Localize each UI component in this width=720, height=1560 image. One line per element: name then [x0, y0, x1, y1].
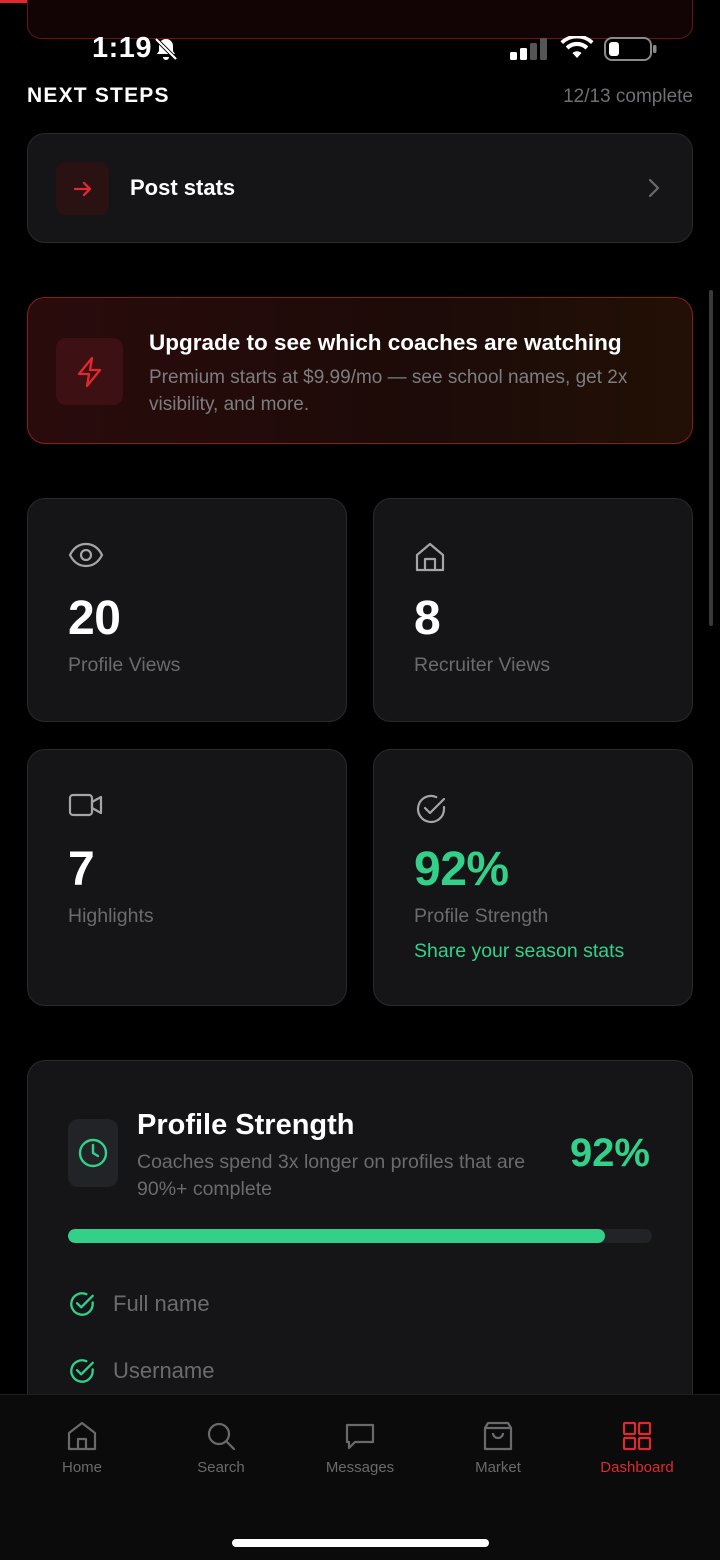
- checklist-label: Full name: [113, 1291, 210, 1316]
- video-icon: [68, 792, 104, 823]
- chevron-right-icon: [648, 178, 660, 203]
- wifi-icon: [560, 34, 594, 65]
- check-circle-icon: [70, 1292, 94, 1316]
- stat-card-profile-views[interactable]: 20 Profile Views: [27, 498, 347, 722]
- tab-label: Market: [475, 1459, 521, 1476]
- next-steps-count: 12/13 complete: [563, 86, 693, 107]
- next-step-label: Post stats: [130, 175, 236, 200]
- battery-icon: [604, 36, 658, 67]
- check-circle-icon: [414, 792, 448, 831]
- status-time: 1:19: [92, 32, 153, 64]
- stat-card-highlights[interactable]: 7 Highlights: [27, 749, 347, 1006]
- tab-label: Home: [61, 1459, 102, 1476]
- next-steps-header: NEXT STEPS 12/13 complete: [27, 84, 693, 112]
- profile-strength-progress-bar: [68, 1229, 652, 1243]
- profile-strength-percent: 92%: [569, 1131, 650, 1175]
- message-icon: [345, 1423, 375, 1450]
- search-icon: [207, 1422, 236, 1451]
- upgrade-banner[interactable]: Upgrade to see which coaches are watchin…: [27, 297, 693, 444]
- shopping-bag-icon: [483, 1421, 513, 1451]
- bell-muted-icon: [153, 36, 179, 67]
- tab-messages[interactable]: Messages: [290, 1421, 430, 1477]
- stat-value: 8: [414, 592, 441, 645]
- scrollbar[interactable]: [709, 290, 713, 626]
- checklist-label: Username: [113, 1358, 215, 1383]
- bottom-tab-bar: Home Search Messages Market Dashboard: [0, 1394, 720, 1560]
- tab-label: Messages: [325, 1459, 395, 1476]
- upgrade-title: Upgrade to see which coaches are watchin…: [149, 330, 622, 355]
- clock-icon: [68, 1119, 118, 1187]
- stat-label: Highlights: [68, 905, 154, 927]
- building-icon: [414, 541, 446, 578]
- lightning-icon: [56, 338, 123, 405]
- stat-card-recruiter-views[interactable]: 8 Recruiter Views: [373, 498, 693, 722]
- tab-label: Dashboard: [600, 1459, 674, 1476]
- next-steps-title: NEXT STEPS: [27, 84, 170, 107]
- profile-strength-description: Coaches spend 3x longer on profiles that…: [137, 1151, 526, 1200]
- home-icon: [67, 1421, 97, 1451]
- check-circle-icon: [70, 1359, 94, 1383]
- signal-icon: [510, 38, 548, 65]
- stat-label: Profile Views: [68, 654, 181, 676]
- upgrade-description: Premium starts at $9.99/mo — see school …: [149, 367, 628, 415]
- tab-search[interactable]: Search: [151, 1421, 291, 1477]
- share-season-stats-link[interactable]: Share your season stats: [414, 940, 624, 963]
- home-indicator[interactable]: [232, 1539, 489, 1547]
- profile-strength-progress-fill: [68, 1229, 606, 1243]
- tab-home[interactable]: Home: [12, 1421, 152, 1477]
- tab-market[interactable]: Market: [428, 1421, 568, 1477]
- status-bar: 1:19: [0, 28, 720, 70]
- next-step-post-stats[interactable]: Post stats: [27, 133, 693, 243]
- stat-value: 92%: [414, 843, 509, 896]
- tab-label: Search: [197, 1459, 245, 1476]
- stat-label: Recruiter Views: [414, 654, 551, 676]
- arrow-right-icon: [56, 162, 109, 215]
- stat-value: 7: [68, 843, 95, 896]
- tab-dashboard[interactable]: Dashboard: [567, 1421, 707, 1477]
- dashboard-grid-icon: [622, 1421, 652, 1451]
- stat-label: Profile Strength: [414, 905, 549, 927]
- stat-card-profile-strength[interactable]: 92% Profile Strength Share your season s…: [373, 749, 693, 1006]
- eye-icon: [68, 541, 104, 574]
- stat-value: 20: [68, 592, 121, 645]
- profile-strength-title: Profile Strength: [137, 1109, 355, 1141]
